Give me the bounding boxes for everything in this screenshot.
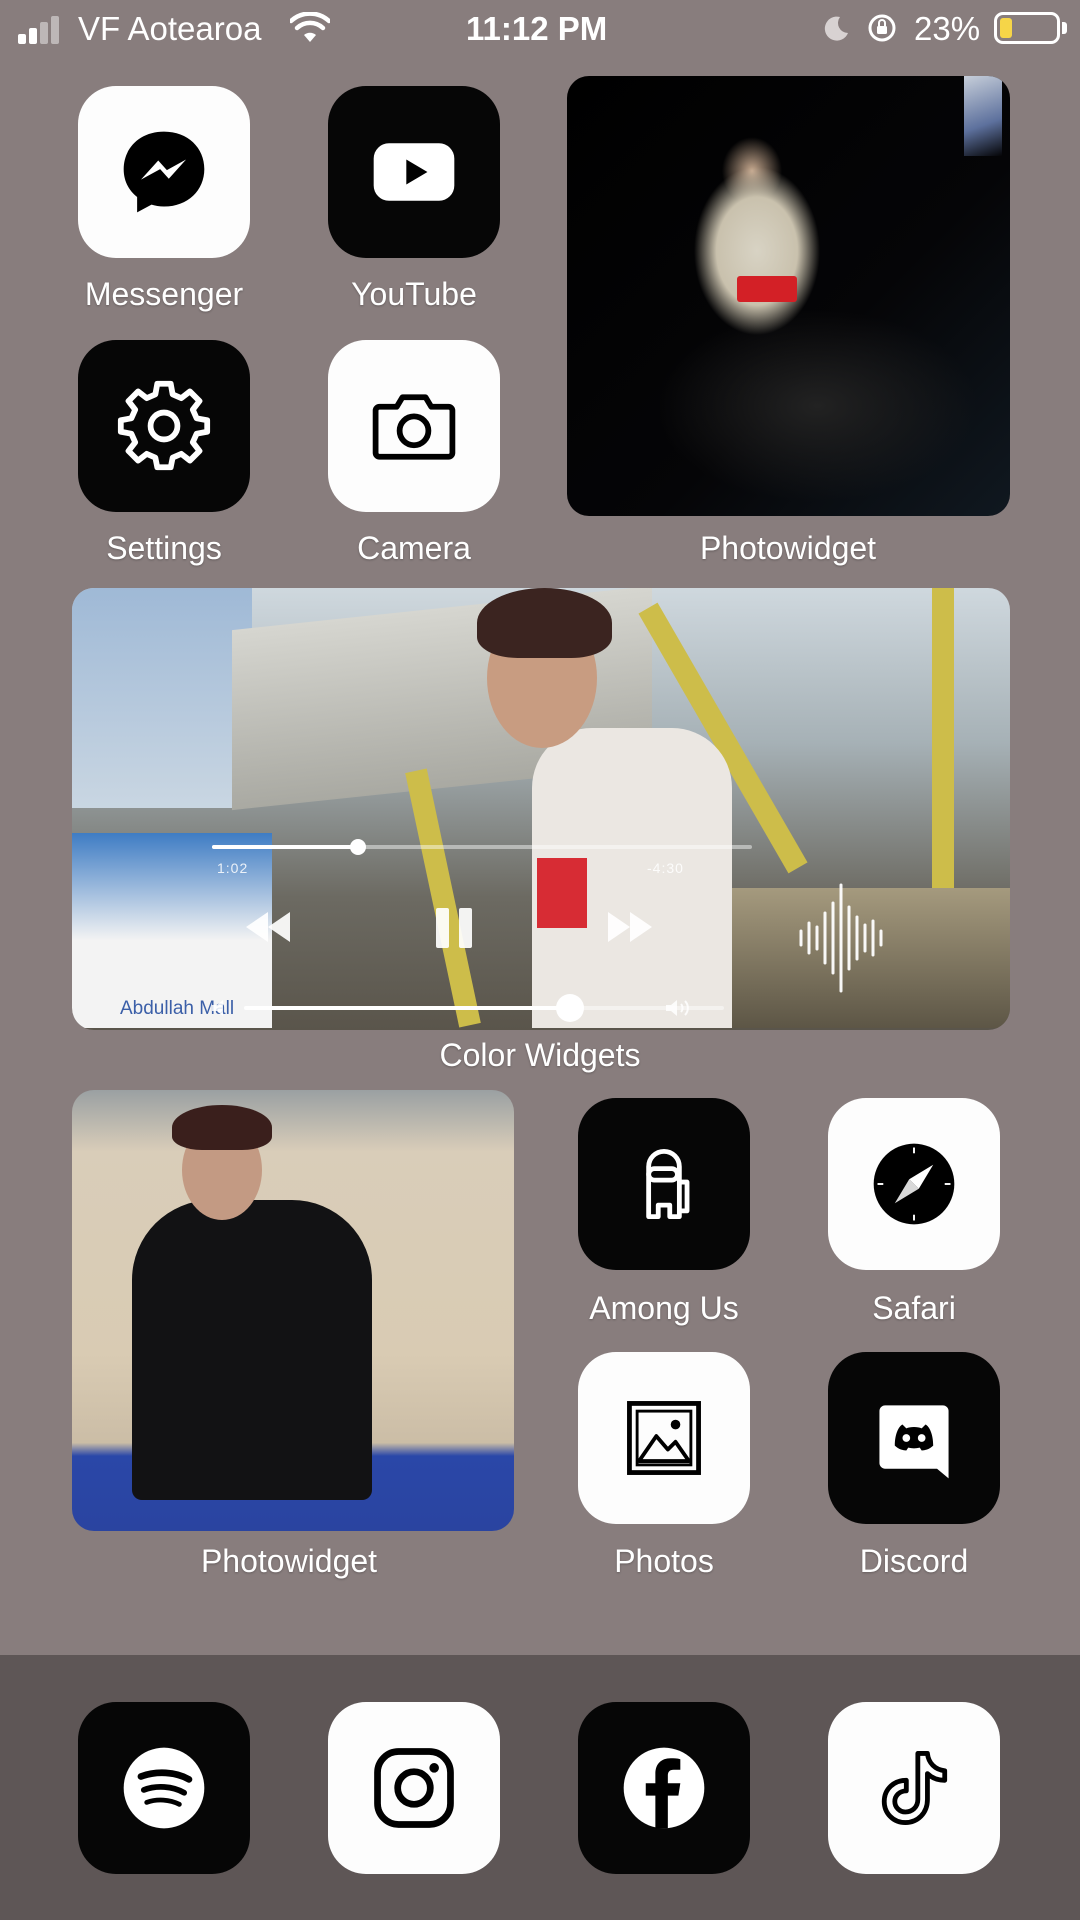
color-widgets-label: Color Widgets: [439, 1037, 641, 1073]
photos-app-icon[interactable]: [578, 1352, 750, 1524]
settings-app-icon[interactable]: [78, 340, 250, 512]
progress-fill: [212, 845, 358, 849]
status-bar: VF Aotearoa 11:12 PM 23%: [0, 0, 1080, 60]
safari-label: Safari: [872, 1290, 956, 1326]
camera-icon: [372, 394, 456, 460]
pause-icon[interactable]: [432, 906, 476, 950]
tiktok-app-icon[interactable]: [828, 1702, 1000, 1874]
fast-forward-icon[interactable]: [606, 910, 654, 944]
instagram-icon: [374, 1748, 454, 1828]
messenger-icon: [123, 131, 205, 213]
youtube-app-icon[interactable]: [328, 86, 500, 258]
music-player-widget[interactable]: Abdullah Mall 1:02 -4:30: [72, 588, 1010, 1030]
messenger-label: Messenger: [84, 276, 244, 312]
volume-fill: [244, 1006, 571, 1010]
compass-icon: [873, 1143, 955, 1225]
discord-label: Discord: [859, 1543, 969, 1579]
messenger-app-icon[interactable]: [78, 86, 250, 258]
facebook-app-icon[interactable]: [578, 1702, 750, 1874]
discord-app-icon[interactable]: [828, 1352, 1000, 1524]
gear-icon: [117, 380, 211, 471]
photowidget-top-label: Photowidget: [699, 530, 877, 566]
rewind-icon[interactable]: [244, 910, 292, 944]
progress-track[interactable]: [212, 839, 752, 855]
moon-icon: [824, 16, 848, 41]
facebook-icon: [623, 1747, 705, 1829]
spotify-icon: [123, 1747, 205, 1829]
volume-low-icon: [212, 1000, 223, 1016]
orientation-lock-icon: [868, 14, 896, 42]
waveform-icon: [799, 883, 883, 993]
instagram-app-icon[interactable]: [328, 1702, 500, 1874]
camera-app-icon[interactable]: [328, 340, 500, 512]
photowidget-bottom-label: Photowidget: [200, 1543, 378, 1579]
youtube-label: YouTube: [351, 276, 477, 312]
tiktok-icon: [881, 1751, 948, 1825]
carrier-name: VF Aotearoa: [78, 10, 262, 47]
image-icon: [627, 1401, 701, 1475]
photo-widget-bottom[interactable]: [72, 1090, 514, 1531]
safari-app-icon[interactable]: [828, 1098, 1000, 1270]
spotify-app-icon[interactable]: [78, 1702, 250, 1874]
progress-thumb[interactable]: [349, 839, 366, 855]
battery-percent: 23%: [914, 10, 981, 47]
camera-label: Camera: [357, 530, 471, 566]
battery-level: [1000, 18, 1012, 38]
signal-icon: [18, 14, 68, 44]
photo-widget-top[interactable]: [567, 76, 1010, 516]
remaining-time: -4:30: [647, 860, 684, 876]
discord-icon: [879, 1405, 949, 1479]
wifi-icon: [290, 12, 330, 42]
among-us-icon: [646, 1149, 690, 1220]
elapsed-time: 1:02: [217, 860, 249, 876]
among-us-app-icon[interactable]: [578, 1098, 750, 1270]
settings-label: Settings: [106, 530, 222, 566]
volume-track[interactable]: [244, 994, 724, 1022]
among-us-label: Among Us: [589, 1290, 739, 1326]
shirt-logo: [737, 276, 797, 302]
youtube-icon: [373, 143, 455, 201]
volume-high-icon: [666, 1000, 689, 1016]
clock: 11:12 PM: [466, 10, 608, 47]
photos-label: Photos: [614, 1543, 714, 1579]
battery-icon: [994, 12, 1060, 44]
